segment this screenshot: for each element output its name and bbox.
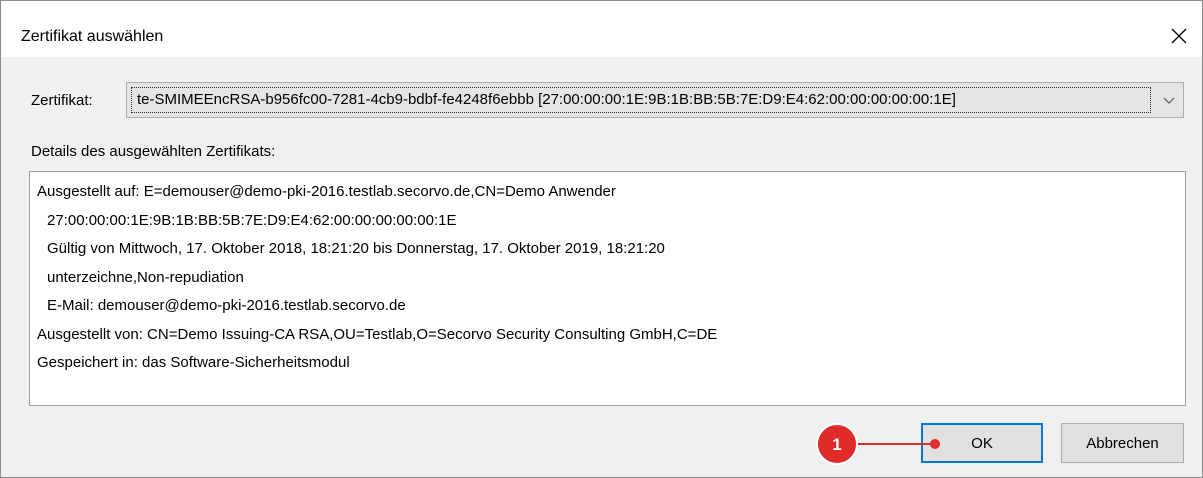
details-line: Gespeichert in: das Software-Sicherheits… bbox=[37, 354, 350, 371]
cancel-button[interactable]: Abbrechen bbox=[1061, 423, 1184, 463]
step-annotation: 1 bbox=[816, 423, 940, 465]
details-line: 27:00:00:00:1E:9B:1B:BB:5B:7E:D9:E4:62:0… bbox=[47, 211, 457, 229]
ok-button-label: OK bbox=[971, 434, 993, 452]
details-line: unterzeichne,Non-repudiation bbox=[47, 268, 244, 286]
dialog-title: Zertifikat auswählen bbox=[21, 28, 164, 45]
details-line: Ausgestellt von: CN=Demo Issuing-CA RSA,… bbox=[37, 325, 718, 343]
close-icon bbox=[1171, 28, 1187, 44]
annotation-number: 1 bbox=[832, 435, 841, 454]
close-button[interactable] bbox=[1156, 15, 1202, 57]
certificate-dialog: Zertifikat auswählen Zertifikat: te-SMIM… bbox=[0, 0, 1203, 478]
details-line: Gültig von Mittwoch, 17. Oktober 2018, 1… bbox=[47, 240, 665, 257]
cancel-button-label: Abbrechen bbox=[1086, 434, 1159, 452]
annotation-dot bbox=[930, 439, 940, 449]
chevron-down-icon bbox=[1163, 97, 1175, 104]
details-textarea[interactable]: Ausgestellt auf: E=demouser@demo-pki-201… bbox=[29, 171, 1186, 406]
details-line: Ausgestellt auf: E=demouser@demo-pki-201… bbox=[37, 183, 616, 200]
title-bar: Zertifikat auswählen bbox=[1, 1, 1202, 57]
certificate-select[interactable]: te-SMIMEEncRSA-b956fc00-7281-4cb9-bdbf-f… bbox=[126, 82, 1184, 118]
certificate-label: Zertifikat: bbox=[31, 92, 93, 109]
details-label: Details des ausgewählten Zertifikats: bbox=[31, 143, 276, 160]
certificate-select-value: te-SMIMEEncRSA-b956fc00-7281-4cb9-bdbf-f… bbox=[131, 87, 1151, 113]
details-line: E-Mail: demouser@demo-pki-2016.testlab.s… bbox=[47, 297, 406, 314]
